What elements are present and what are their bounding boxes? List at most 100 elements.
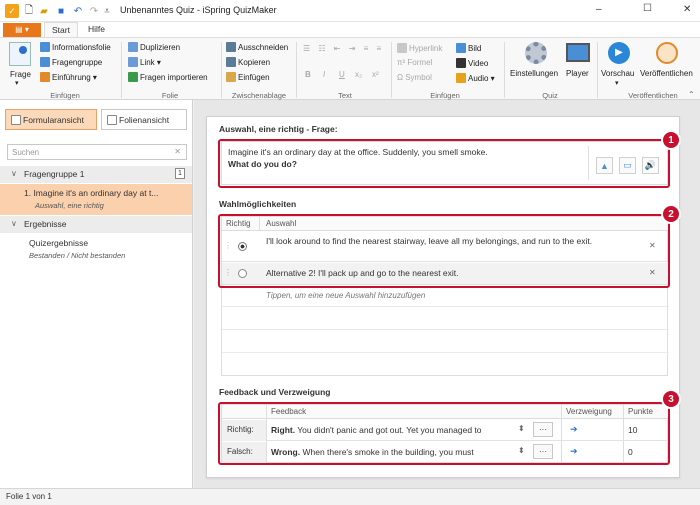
tab-hilfe[interactable]: Hilfe: [88, 24, 105, 34]
link-icon: [128, 57, 138, 67]
search-placeholder: Suchen: [12, 148, 40, 157]
copy-icon: [226, 57, 236, 67]
einfuegen-button[interactable]: Einfügen: [226, 72, 270, 82]
divider: [222, 306, 669, 307]
list-format-icons[interactable]: ☰ ☷ ⇤ ⇥ ≡ ≡: [303, 44, 384, 53]
new-file-icon[interactable]: 🗋: [23, 4, 35, 18]
folienansicht-tab[interactable]: Folienansicht: [101, 109, 187, 130]
quiz-results-sub: Bestanden / Nicht bestanden: [29, 251, 126, 260]
group-label-text: Text: [338, 91, 352, 100]
informationsfolie-button[interactable]: Informationsfolie: [40, 42, 111, 52]
collapse-caret-icon[interactable]: ∨: [11, 219, 17, 228]
symbol-button[interactable]: Ω Symbol: [397, 73, 432, 82]
app-logo-icon: ✓: [5, 4, 19, 18]
fragengruppe-label: Fragengruppe: [52, 58, 103, 67]
link-button[interactable]: Link ▾: [128, 57, 161, 67]
results-group-row[interactable]: ∨ Ergebnisse: [0, 216, 192, 233]
ribbon-separator: [221, 42, 222, 98]
ausschneiden-label: Ausschneiden: [238, 43, 289, 52]
subscript-button[interactable]: x₂: [355, 70, 362, 79]
collapse-caret-icon[interactable]: ∨: [11, 169, 17, 178]
image-icon: [456, 43, 466, 53]
search-clear-icon[interactable]: ✕: [174, 147, 181, 156]
minimize-button[interactable]: –: [596, 4, 602, 15]
frage-button[interactable]: Frage: [10, 70, 31, 79]
file-menu-button[interactable]: ▤ ▾: [3, 23, 41, 37]
kopieren-button[interactable]: Kopieren: [226, 57, 270, 67]
save-icon[interactable]: ■: [55, 4, 67, 18]
badge-1: 1: [661, 130, 681, 150]
question-title: 1. Imagine it's an ordinary day at t...: [24, 188, 159, 198]
hyperlink-button[interactable]: Hyperlink: [397, 43, 442, 53]
einfuehrung-button[interactable]: Einführung ▾: [40, 72, 97, 82]
bild-button[interactable]: Bild: [456, 43, 481, 53]
open-folder-icon[interactable]: ▰: [38, 4, 50, 18]
collapse-ribbon-icon[interactable]: ⌃: [688, 90, 695, 99]
cut-icon: [226, 42, 236, 52]
bild-label: Bild: [468, 44, 482, 53]
group-label-folie: Folie: [161, 91, 179, 100]
video-icon: [456, 58, 466, 68]
fragen-importieren-button[interactable]: Fragen importieren: [128, 72, 208, 82]
formula-icon: π²: [397, 58, 408, 67]
paste-icon: [226, 72, 236, 82]
slide-view-icon: [107, 115, 117, 125]
tab-start[interactable]: Start: [44, 22, 78, 38]
einfuegen-label: Einfügen: [238, 73, 270, 82]
badge-3: 3: [661, 389, 681, 409]
audio-button[interactable]: Audio ▾: [456, 73, 495, 83]
group-label-quiz: Quiz: [542, 91, 558, 100]
question-header: Auswahl, eine richtig - Frage:: [219, 124, 338, 134]
bold-button[interactable]: B: [305, 70, 311, 79]
quiz-results-item[interactable]: Quizergebnisse Bestanden / Nicht bestand…: [0, 234, 192, 264]
italic-button[interactable]: I: [323, 70, 325, 79]
badge-2: 2: [661, 204, 681, 224]
highlight-box-2: [218, 214, 670, 288]
group-count-badge: 1: [175, 168, 185, 179]
hyperlink-icon: [397, 43, 407, 53]
duplizieren-button[interactable]: Duplizieren: [128, 42, 180, 52]
vorschau-button[interactable]: Vorschau: [601, 69, 634, 78]
ausschneiden-button[interactable]: Ausschneiden: [226, 42, 288, 52]
close-button[interactable]: ✕: [683, 4, 691, 15]
ribbon-separator: [597, 42, 598, 98]
fragen-importieren-label: Fragen importieren: [140, 73, 208, 82]
ribbon-separator: [504, 42, 505, 98]
speaker-icon: [456, 73, 466, 83]
omega-icon: Ω: [397, 73, 406, 82]
duplizieren-label: Duplizieren: [140, 43, 181, 52]
status-bar: Folie 1 von 1: [0, 488, 700, 505]
redo-icon[interactable]: ↷: [88, 4, 100, 18]
group-title: Fragengruppe 1: [24, 169, 85, 179]
formel-button[interactable]: π² Formel: [397, 58, 432, 67]
veroeffentlichen-button[interactable]: Veröffentlichen: [640, 69, 693, 78]
quick-access-dropdown-icon[interactable]: ⩡: [103, 4, 111, 18]
quiz-results-title: Quizergebnisse: [29, 238, 89, 248]
search-input[interactable]: Suchen ✕: [7, 144, 187, 160]
slide-icon: [40, 42, 50, 52]
question-group-row[interactable]: ∨ Fragengruppe 1 1: [0, 166, 192, 183]
einstellungen-button[interactable]: Einstellungen: [510, 69, 558, 78]
undo-icon[interactable]: ↶: [72, 4, 84, 18]
kopieren-label: Kopieren: [238, 58, 271, 67]
underline-button[interactable]: U: [339, 70, 345, 79]
ribbon-separator: [391, 42, 392, 98]
fragengruppe-button[interactable]: Fragengruppe: [40, 57, 102, 67]
frage-dropdown-icon[interactable]: ▾: [15, 79, 19, 87]
vorschau-dropdown-icon[interactable]: ▾: [615, 79, 619, 87]
add-choice-hint[interactable]: Tippen, um eine neue Auswahl hinzuzufüge…: [266, 291, 425, 300]
ribbon-separator: [296, 42, 297, 98]
question-icon: [9, 42, 31, 66]
globe-publish-icon: [656, 42, 678, 64]
superscript-button[interactable]: x²: [372, 70, 379, 79]
maximize-button[interactable]: ☐: [643, 3, 652, 14]
question-group-icon: [40, 57, 50, 67]
player-button[interactable]: Player: [566, 69, 589, 78]
divider: [222, 352, 669, 353]
question-list-item[interactable]: 1. Imagine it's an ordinary day at t... …: [0, 184, 192, 215]
formularansicht-label: Formularansicht: [23, 115, 84, 125]
group-label-einfuegen: Einfügen: [50, 91, 80, 100]
video-button[interactable]: Video: [456, 58, 488, 68]
formularansicht-tab[interactable]: Formularansicht: [5, 109, 97, 130]
folienansicht-label: Folienansicht: [119, 115, 170, 125]
